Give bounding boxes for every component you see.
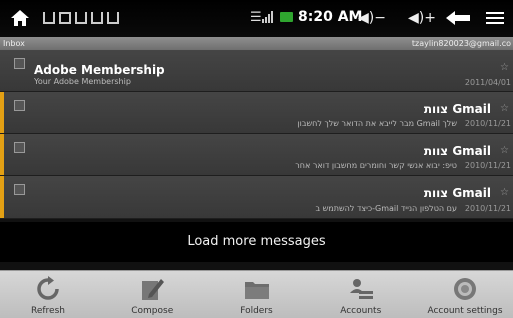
sd-card-icon	[75, 12, 87, 24]
status-bar: ☰ 8:20 AM ◀)− ◀)+	[0, 0, 513, 37]
gear-icon	[454, 278, 476, 300]
inbox-title-bar: Inbox tzaylin820023@gmail.co	[0, 37, 513, 50]
accounts-icon	[349, 279, 373, 299]
message-row[interactable]: Adobe Membership Your Adobe Membership ☆…	[0, 50, 513, 92]
compose-icon	[142, 279, 165, 300]
folder-icon	[244, 282, 269, 299]
message-row[interactable]: צוות Gmail ☆ 2010/11/21 כיצד להשתמש ב-Gm…	[0, 176, 513, 219]
message-date: 2010/11/21	[464, 204, 511, 213]
message-sender: צוות Gmail	[423, 144, 491, 158]
refresh-icon	[37, 276, 59, 300]
select-checkbox[interactable]	[14, 58, 25, 69]
load-more-button[interactable]: Load more messages	[0, 222, 513, 262]
gmail-notification-icon	[59, 12, 71, 24]
battery-icon	[280, 12, 293, 22]
volume-up-icon[interactable]: ◀)+	[408, 10, 436, 26]
unread-indicator	[0, 92, 4, 133]
compose-button[interactable]: Compose	[104, 271, 200, 318]
message-sender: Adobe Membership	[34, 63, 165, 77]
message-date: 2010/11/21	[464, 119, 511, 128]
menu-icon[interactable]	[486, 12, 504, 24]
folders-label: Folders	[240, 306, 273, 316]
message-row[interactable]: צוות Gmail ☆ 2010/11/21 טיפ: יבוא אנשי ק…	[0, 134, 513, 176]
message-sender: צוות Gmail	[423, 186, 491, 200]
account-settings-label: Account settings	[427, 306, 503, 316]
unread-indicator	[0, 176, 4, 218]
star-icon[interactable]: ☆	[500, 187, 509, 198]
select-checkbox[interactable]	[14, 100, 25, 111]
account-settings-button[interactable]: Account settings	[417, 271, 513, 318]
message-list: Adobe Membership Your Adobe Membership ☆…	[0, 50, 513, 219]
wifi-icon: ☰	[250, 10, 262, 25]
volume-down-icon[interactable]: ◀)−	[358, 10, 386, 26]
refresh-label: Refresh	[31, 306, 65, 316]
unread-indicator	[0, 134, 4, 175]
bottom-toolbar: Refresh Compose Folders Accounts Account…	[0, 270, 513, 318]
home-icon[interactable]	[10, 9, 30, 27]
select-checkbox[interactable]	[14, 184, 25, 195]
refresh-button[interactable]: Refresh	[0, 271, 96, 318]
message-row[interactable]: צוות Gmail ☆ 2010/11/21 מבר לייבא את הדו…	[0, 92, 513, 134]
folder-label: Inbox	[3, 39, 25, 48]
select-checkbox[interactable]	[14, 142, 25, 153]
status-time: 8:20 AM	[298, 9, 363, 25]
message-date: 2010/11/21	[464, 161, 511, 170]
star-icon[interactable]: ☆	[500, 62, 509, 73]
message-subject: Your Adobe Membership	[34, 77, 131, 86]
back-icon[interactable]	[445, 10, 471, 26]
message-date: 2011/04/01	[464, 78, 511, 87]
compose-label: Compose	[131, 306, 174, 316]
folders-button[interactable]: Folders	[209, 271, 305, 318]
account-email: tzaylin820023@gmail.co	[411, 39, 511, 48]
message-subject: מבר לייבא את הדואר שלך לחשבון Gmail שלך	[297, 119, 457, 128]
star-icon[interactable]: ☆	[500, 145, 509, 156]
notification-icons[interactable]	[43, 12, 119, 24]
star-icon[interactable]: ☆	[500, 103, 509, 114]
message-subject: כיצד להשתמש ב-Gmail עם הטלפון הנייד	[315, 204, 457, 213]
signal-icon	[262, 11, 273, 23]
usb-icon	[43, 12, 55, 24]
message-sender: צוות Gmail	[423, 102, 491, 116]
accounts-label: Accounts	[340, 306, 382, 316]
accounts-button[interactable]: Accounts	[313, 271, 409, 318]
download-icon	[107, 12, 119, 24]
message-subject: טיפ: יבוא אנשי קשר וחומרים מחשבון דואר א…	[295, 161, 457, 170]
download-icon	[91, 12, 103, 24]
